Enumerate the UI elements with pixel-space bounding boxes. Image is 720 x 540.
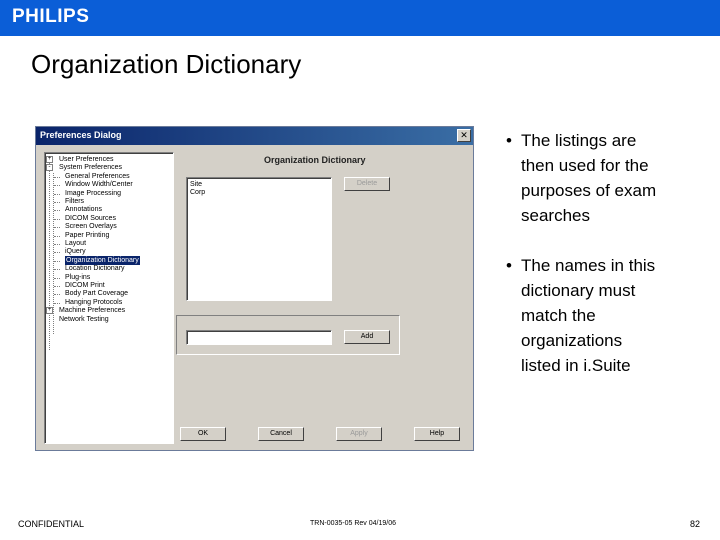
tree-connector [54, 286, 60, 287]
ok-button[interactable]: OK [180, 427, 226, 441]
tree-expander-icon[interactable]: + [46, 156, 53, 163]
tree-connector [54, 185, 60, 187]
tree-connector [54, 218, 60, 220]
bullet-line: then used for the [521, 156, 649, 175]
help-button[interactable]: Help [414, 427, 460, 441]
panel-heading: Organization Dictionary [264, 155, 366, 165]
bullet-line: dictionary must [521, 281, 636, 300]
tree-connector [49, 159, 50, 350]
tree-connector [54, 210, 60, 212]
bullet-text: The listings are then used for the purpo… [521, 128, 711, 228]
bullet-line: The names in this [521, 256, 656, 275]
delete-button[interactable]: Delete [344, 177, 390, 191]
bullet-line: purposes of exam [521, 181, 657, 200]
philips-logo: PHILIPS [12, 6, 90, 27]
tree-item[interactable]: Network Testing [59, 315, 109, 324]
tree-connector [54, 277, 60, 279]
organization-name-input[interactable] [186, 330, 332, 345]
tree-connector [54, 193, 60, 195]
list-item[interactable]: Corp [190, 189, 205, 197]
bullet-line: organizations [521, 331, 623, 350]
bullet-line: match the [521, 306, 596, 325]
preferences-dialog: Preferences Dialog ✕ + User Preferences - S… [35, 126, 474, 451]
tree-connector [54, 260, 60, 262]
tree-expander-icon[interactable]: - [46, 164, 53, 172]
dialog-titlebar: Preferences Dialog ✕ [36, 127, 473, 145]
bullet-marker: • [506, 131, 512, 150]
tree-connector [54, 269, 60, 271]
bullet-text: The names in this dictionary must match … [521, 253, 711, 378]
bullet-line: The listings are [521, 131, 637, 150]
tree-expander-icon[interactable]: + [46, 307, 53, 315]
bullet-marker: • [506, 256, 512, 275]
tree-connector [53, 173, 54, 334]
tree-connector [54, 202, 60, 203]
organization-list[interactable]: Site Corp [186, 177, 332, 301]
page-title: Organization Dictionary [31, 49, 302, 79]
dialog-title: Preferences Dialog [40, 130, 122, 140]
cancel-button[interactable]: Cancel [258, 427, 304, 441]
preferences-tree[interactable]: + User Preferences - System Preferences Gene… [44, 152, 174, 444]
tree-connector [54, 227, 60, 229]
footer-document-id: TRN-0035-05 Rev 04/19/06 [310, 520, 396, 527]
tree-connector [54, 302, 60, 304]
tree-connector [54, 244, 60, 245]
header-bar: PHILIPS [0, 0, 720, 36]
list-item[interactable]: Site [190, 181, 202, 189]
tree-connector [54, 235, 60, 237]
footer-page-number: 82 [690, 519, 701, 529]
close-icon[interactable]: ✕ [457, 129, 471, 142]
tree-connector [54, 252, 60, 254]
tree-connector [54, 176, 60, 178]
tree-connector [54, 294, 60, 296]
bullet-line: searches [521, 206, 590, 225]
apply-button[interactable]: Apply [336, 427, 382, 441]
footer-confidential: CONFIDENTIAL [18, 519, 85, 529]
add-button[interactable]: Add [344, 330, 390, 344]
bullet-line: listed in i.Suite [521, 356, 631, 375]
